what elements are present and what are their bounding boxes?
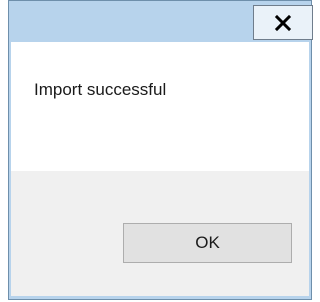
close-button[interactable] [253,5,313,40]
message-area [11,42,309,171]
message-dialog: OK [8,0,313,300]
button-area: OK [11,171,309,296]
dialog-message: Import successful [34,80,167,99]
close-icon [274,14,292,31]
title-bar [9,1,313,40]
ok-button[interactable]: OK [123,223,292,263]
